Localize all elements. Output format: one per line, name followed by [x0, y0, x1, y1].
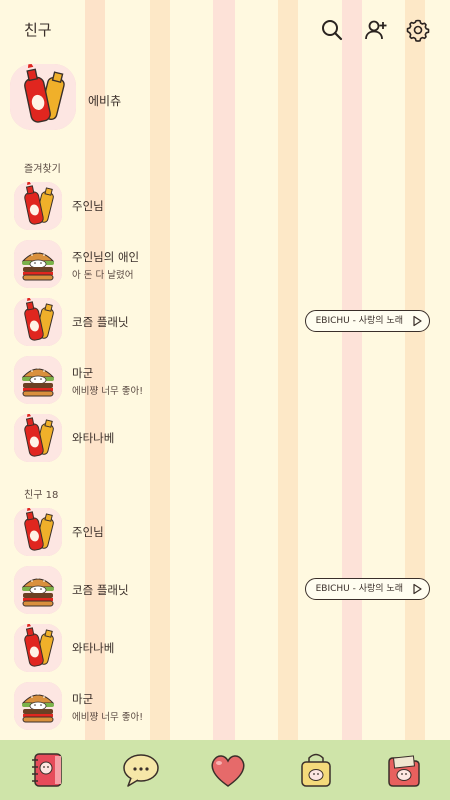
- friend-name: 마군: [72, 366, 94, 380]
- friend-row[interactable]: 코즘 플래닛 EBICHU - 사랑의 노래: [14, 566, 440, 616]
- avatar: [14, 356, 62, 404]
- friend-row[interactable]: 주인님의 애인아 돈 다 날렸어: [14, 240, 440, 290]
- friends-count-label: 친구 18: [24, 490, 59, 501]
- friend-row[interactable]: 와타나베: [14, 414, 440, 464]
- profile-music-label: EBICHU - 사랑의 노래: [315, 316, 403, 326]
- friend-name: 주인님: [72, 199, 104, 213]
- friend-row[interactable]: 마군에비쨩 너무 좋아!: [14, 682, 440, 732]
- friend-name: 주인님의 애인: [72, 250, 140, 264]
- friend-row[interactable]: 주인님: [14, 508, 440, 558]
- profile-music-label: EBICHU - 사랑의 노래: [315, 584, 403, 594]
- friend-row[interactable]: 주인님: [14, 182, 440, 232]
- friend-name: 코즘 플래닛: [72, 315, 129, 329]
- header: 친구: [0, 0, 450, 60]
- avatar: [14, 182, 62, 230]
- search-icon[interactable]: [320, 18, 344, 42]
- tab-more[interactable]: [382, 748, 426, 792]
- profile-music-badge[interactable]: EBICHU - 사랑의 노래: [304, 310, 430, 332]
- friend-name: 와타나베: [72, 431, 115, 445]
- avatar: [14, 508, 62, 556]
- page-title: 친구: [24, 21, 52, 39]
- friend-row[interactable]: 와타나베: [14, 624, 440, 674]
- friend-name: 마군: [72, 692, 94, 706]
- tab-chats[interactable]: [119, 748, 163, 792]
- friend-row[interactable]: 마군에비쨩 너무 좋아!: [14, 356, 440, 406]
- shopping-bag-icon: [301, 753, 331, 787]
- folder-icon: [388, 755, 420, 787]
- notebook-icon: [32, 753, 62, 787]
- play-icon: [411, 315, 423, 327]
- avatar: [14, 298, 62, 346]
- speech-bubble-icon: [123, 754, 159, 787]
- bottom-tab-bar: [0, 740, 450, 800]
- tab-shopping[interactable]: [294, 748, 338, 792]
- avatar: [14, 566, 62, 614]
- avatar: [14, 414, 62, 462]
- my-profile[interactable]: 에비츄: [10, 64, 440, 134]
- friend-name: 와타나베: [72, 641, 115, 655]
- heart-icon: [211, 755, 245, 787]
- friend-name: 주인님: [72, 525, 104, 539]
- avatar: [14, 682, 62, 730]
- tab-view[interactable]: [206, 748, 250, 792]
- friend-row[interactable]: 코즘 플래닛 EBICHU - 사랑의 노래: [14, 298, 440, 348]
- play-icon: [411, 583, 423, 595]
- add-friend-icon[interactable]: [364, 18, 388, 42]
- my-avatar: [10, 64, 76, 130]
- favorites-label: 즐겨찾기: [24, 164, 61, 175]
- tab-friends[interactable]: [26, 748, 70, 792]
- status-message: 에비쨩 너무 좋아!: [72, 386, 144, 397]
- status-message: 에비쨩 너무 좋아!: [72, 712, 144, 723]
- profile-music-badge[interactable]: EBICHU - 사랑의 노래: [304, 578, 430, 600]
- avatar: [14, 624, 62, 672]
- avatar: [14, 240, 62, 288]
- friend-name: 코즘 플래닛: [72, 583, 129, 597]
- status-message: 아 돈 다 날렸어: [72, 270, 134, 281]
- gear-icon[interactable]: [406, 18, 430, 42]
- my-name: 에비츄: [88, 94, 122, 108]
